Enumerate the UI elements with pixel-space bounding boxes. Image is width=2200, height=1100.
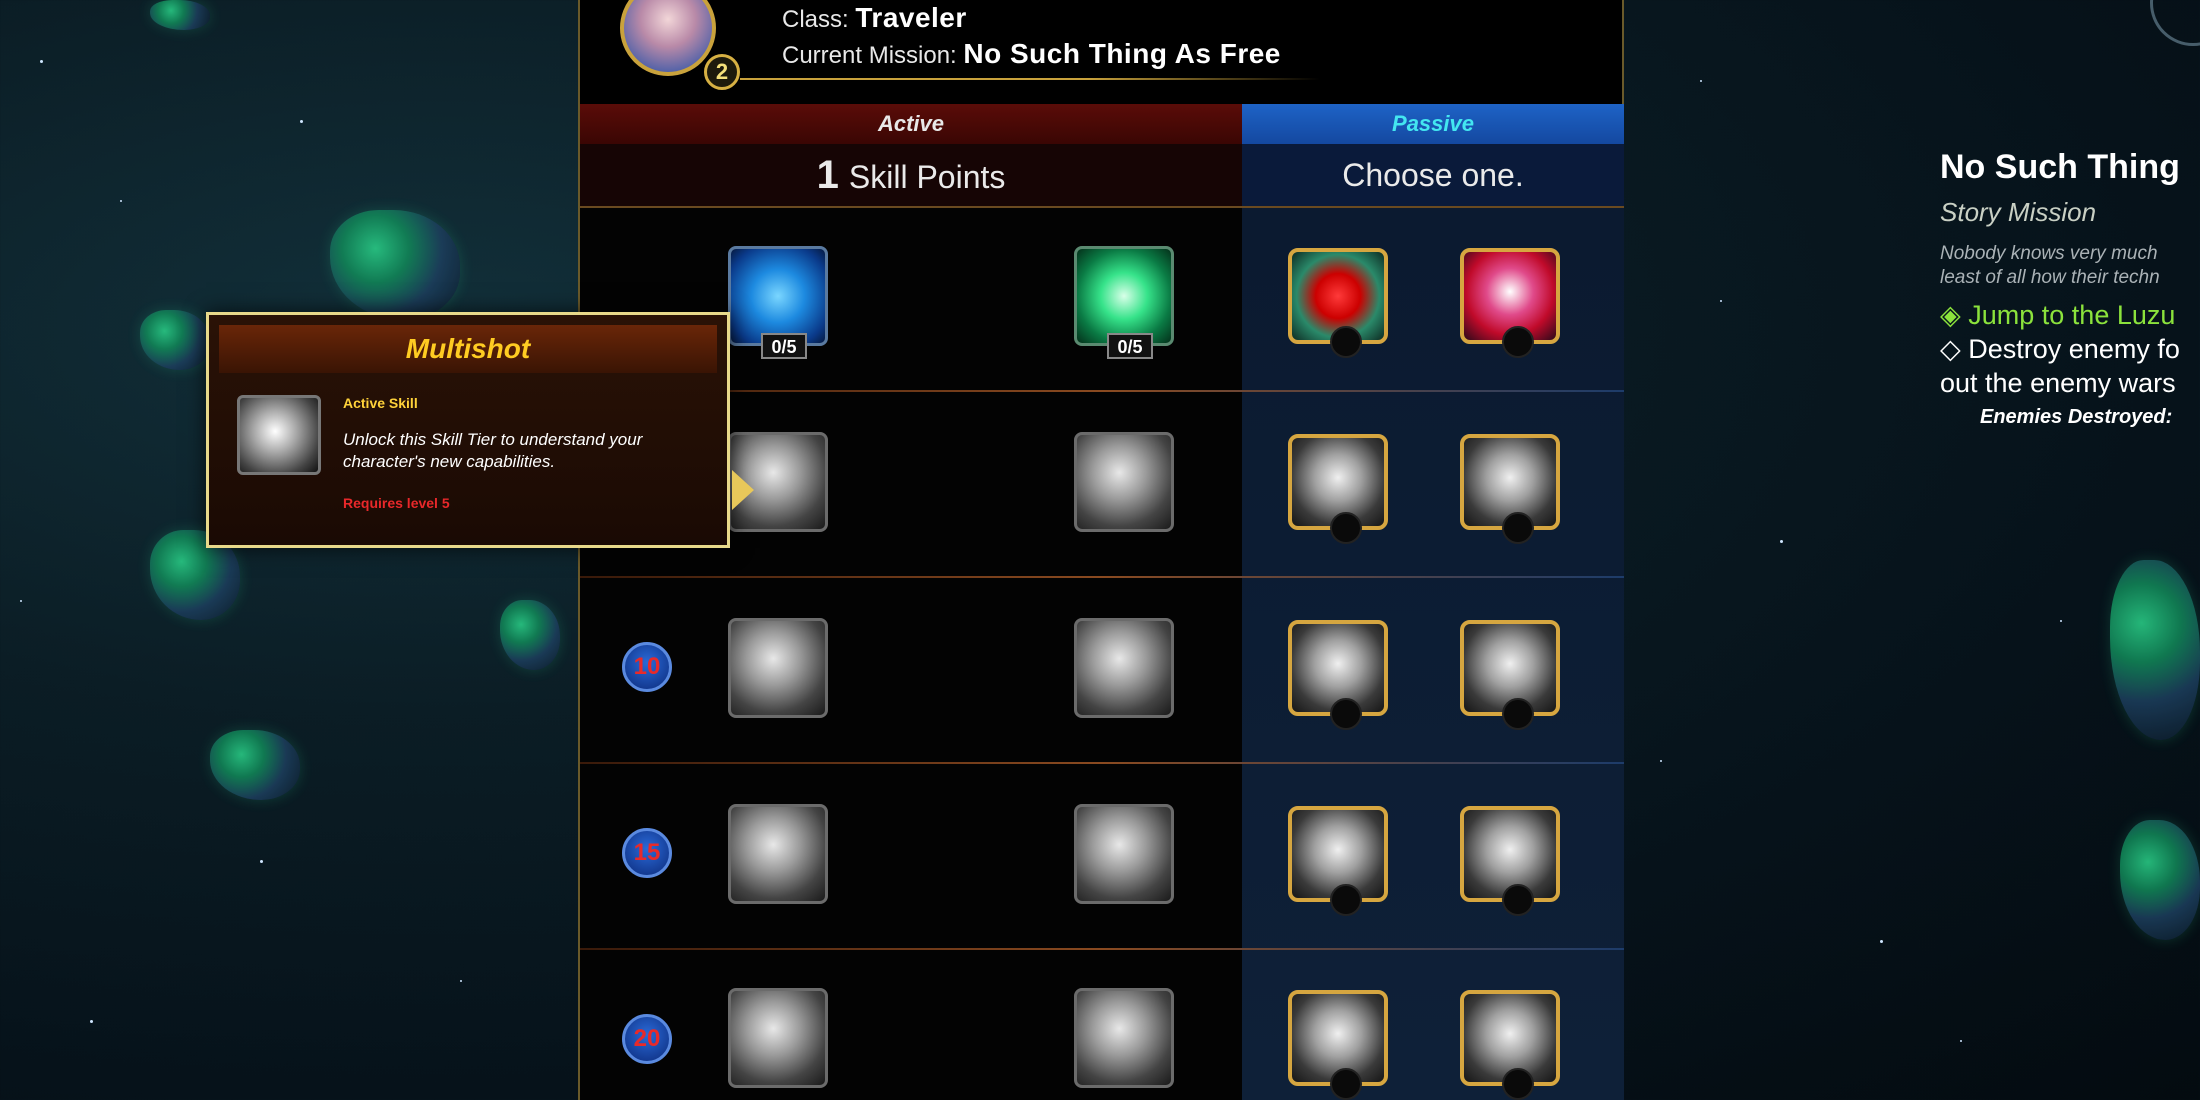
- passive-ring-icon[interactable]: [1460, 434, 1560, 544]
- row-divider: [580, 762, 1624, 764]
- skill-points-display: 1 Skill Points: [580, 144, 1242, 208]
- mission-desc-line: least of all how their techn: [1940, 267, 2160, 288]
- asteroid: [2120, 820, 2200, 940]
- enemies-destroyed-label: Enemies Destroyed:: [1980, 406, 2173, 428]
- class-value: Traveler: [855, 2, 967, 33]
- row-divider: [580, 576, 1624, 578]
- tooltip-skill-type: Active Skill: [343, 395, 418, 411]
- mouse-cursor: [732, 470, 754, 510]
- class-line: Class: Traveler: [782, 2, 967, 34]
- passive-slot: [1502, 698, 1534, 730]
- skill-green-eye[interactable]: 0/5: [1074, 246, 1174, 359]
- tooltip-title: Multishot: [219, 325, 717, 373]
- class-label: Class:: [782, 6, 849, 33]
- passive-slot: [1330, 512, 1362, 544]
- mission-description: Nobody knows very much least of all how …: [1940, 242, 2200, 290]
- mission-tracker: No Such Thing Story Mission Nobody knows…: [1940, 148, 2200, 429]
- passive-heart-icon[interactable]: [1288, 248, 1388, 358]
- asteroid: [150, 0, 210, 30]
- skill-vortex[interactable]: [1074, 988, 1174, 1088]
- passive-comet-icon[interactable]: [1288, 620, 1388, 730]
- skill-tooltip: Multishot Active Skill Unlock this Skill…: [206, 312, 730, 548]
- passive-slot: [1502, 326, 1534, 358]
- skill-panel: 2 Class: Traveler Current Mission: No Su…: [578, 0, 1624, 1100]
- level-badge: 2: [704, 54, 740, 90]
- objective-active[interactable]: ◈ Jump to the Luzu: [1940, 298, 2200, 332]
- tier-level-badge: 10: [622, 642, 672, 692]
- character-avatar: [620, 0, 716, 76]
- passive-slot: [1330, 698, 1362, 730]
- skill-cage-orb[interactable]: [1074, 432, 1174, 532]
- minimap-ring: [2150, 0, 2200, 46]
- tier-level-badge: 15: [622, 828, 672, 878]
- tooltip-requirement: Requires level 5: [343, 495, 450, 511]
- passive-alien-icon[interactable]: [1460, 806, 1560, 916]
- current-mission-line: Current Mission: No Such Thing As Free: [782, 38, 1281, 70]
- skill-speed-gauge[interactable]: 0/5: [728, 246, 828, 359]
- asteroid: [2110, 560, 2200, 740]
- passive-slot: [1330, 1068, 1362, 1100]
- passive-star-burst-icon[interactable]: [1288, 434, 1388, 544]
- passive-slot: [1330, 884, 1362, 916]
- mission-type: Story Mission: [1940, 197, 2097, 227]
- objective-text: Destroy enemy fo: [1968, 334, 2180, 364]
- row-divider: [580, 948, 1624, 950]
- mission-label: Current Mission:: [782, 42, 957, 69]
- row-divider: [580, 390, 1624, 392]
- skill-blackhole[interactable]: [1074, 618, 1174, 718]
- asteroid: [330, 210, 460, 320]
- mission-desc-line: Nobody knows very much: [1940, 243, 2158, 264]
- passive-slot: [1330, 326, 1362, 358]
- mission-value: No Such Thing As Free: [963, 38, 1281, 69]
- passive-arrow-icon[interactable]: [1288, 990, 1388, 1100]
- passive-slot: [1502, 1068, 1534, 1100]
- objective-pending[interactable]: ◇ Destroy enemy fo: [1940, 332, 2200, 366]
- skill-points-count: 1: [816, 153, 839, 197]
- skill-rank: 0/5: [761, 333, 807, 359]
- header-divider: [740, 78, 1320, 80]
- character-header: 2 Class: Traveler Current Mission: No Su…: [580, 0, 1622, 104]
- tier-level-badge: 20: [622, 1014, 672, 1064]
- tooltip-description: Unlock this Skill Tier to understand you…: [343, 430, 643, 471]
- asteroid: [500, 600, 560, 670]
- skill-points-label: Skill Points: [848, 159, 1006, 195]
- asteroid: [210, 730, 300, 800]
- passive-slash-icon[interactable]: [1460, 620, 1560, 730]
- asteroid: [140, 310, 210, 370]
- mission-title: No Such Thing: [1940, 148, 2180, 186]
- skill-lightning[interactable]: [728, 804, 828, 904]
- objective-text-cont: out the enemy wars: [1940, 368, 2176, 398]
- skill-rank: 0/5: [1107, 333, 1153, 359]
- skill-beam[interactable]: [728, 988, 828, 1088]
- multishot-icon: [237, 395, 321, 475]
- passive-slot: [1502, 884, 1534, 916]
- tab-active[interactable]: Active: [580, 104, 1242, 145]
- passive-missiles-icon[interactable]: [1288, 806, 1388, 916]
- passive-shield-icon[interactable]: [1460, 248, 1560, 358]
- tab-passive[interactable]: Passive: [1242, 104, 1624, 144]
- passive-slot: [1502, 512, 1534, 544]
- skill-asteroid[interactable]: [1074, 804, 1174, 904]
- passive-meteor-icon[interactable]: [1460, 990, 1560, 1100]
- passive-instruction: Choose one.: [1242, 144, 1624, 208]
- objective-text: Jump to the Luzu: [1968, 300, 2176, 330]
- skill-swirl[interactable]: [728, 618, 828, 718]
